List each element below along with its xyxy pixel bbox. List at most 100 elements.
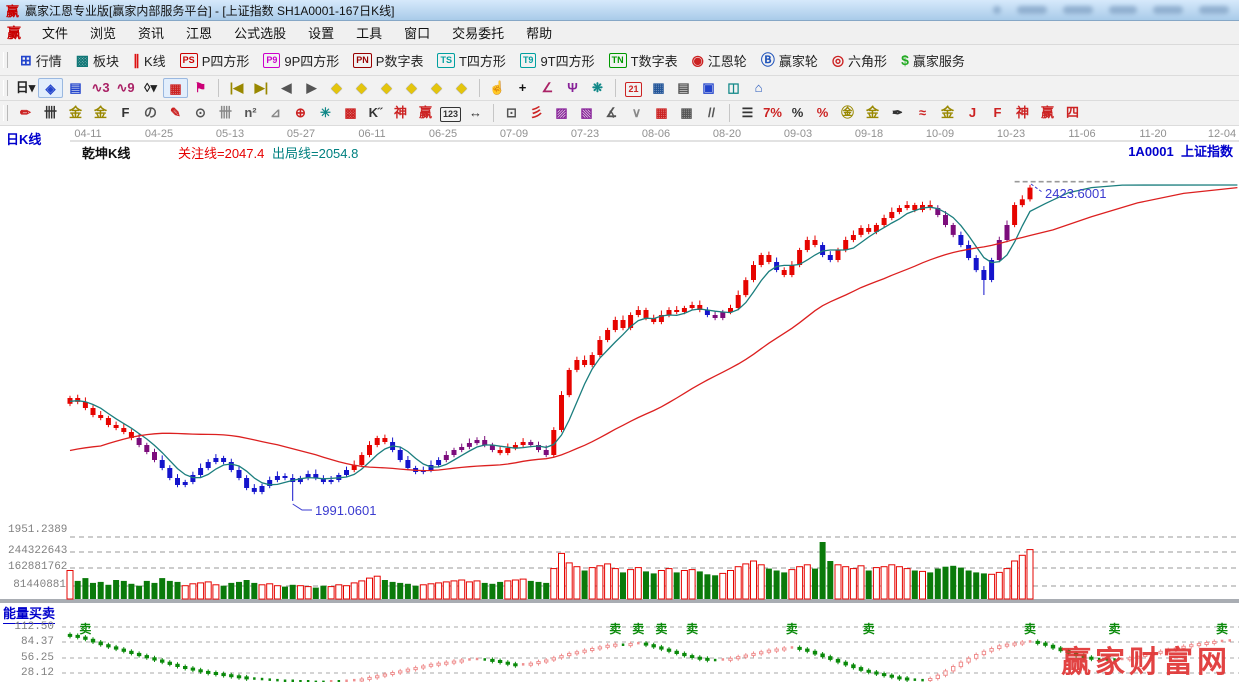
gann-box-tool[interactable]: ▦ bbox=[163, 78, 188, 98]
hand-drag-tool[interactable]: ☝ bbox=[485, 78, 510, 98]
ying-tool[interactable]: 赢 bbox=[413, 103, 438, 123]
measure-dropdown[interactable]: ◊▾ bbox=[138, 78, 163, 98]
winner-wheel-button[interactable]: Ⓑ赢家轮 bbox=[754, 49, 825, 72]
t-number-table-button[interactable]: TNT数字表 bbox=[602, 49, 685, 72]
menu-item-交易委托[interactable]: 交易委托 bbox=[441, 21, 515, 44]
fan-lines-tool[interactable]: 彡 bbox=[524, 103, 549, 123]
titlebar-blob-icon[interactable] bbox=[1063, 6, 1093, 14]
gold-ruler-tool[interactable]: 金 bbox=[63, 103, 88, 123]
toolbar-grip[interactable] bbox=[3, 80, 8, 96]
n-square-tool[interactable]: n² bbox=[238, 103, 263, 123]
cycle-clock-tool[interactable]: ⊙ bbox=[188, 103, 213, 123]
network-button[interactable]: ◫ bbox=[721, 78, 746, 98]
p-square-button[interactable]: PSP四方形 bbox=[173, 49, 257, 72]
slant-lines-tool[interactable]: // bbox=[699, 103, 724, 123]
menu-item-设置[interactable]: 设置 bbox=[297, 21, 345, 44]
gold-line-tool[interactable]: 金 bbox=[860, 103, 885, 123]
remote-computer-button[interactable]: ⌂ bbox=[746, 78, 771, 98]
wave-3-tool[interactable]: ∿3 bbox=[88, 78, 113, 98]
menu-item-文件[interactable]: 文件 bbox=[31, 21, 79, 44]
protractor-tool[interactable]: ∠ bbox=[535, 78, 560, 98]
zoom-in-full-button[interactable]: ◆ bbox=[449, 78, 474, 98]
grid-red-tool[interactable]: ▦ bbox=[649, 103, 674, 123]
wave-9-tool[interactable]: ∿9 bbox=[113, 78, 138, 98]
percent-seven-tool[interactable]: 7% bbox=[760, 103, 785, 123]
titlebar-blob-icon[interactable] bbox=[1017, 6, 1047, 14]
hexagon-button[interactable]: ◎六角形 bbox=[825, 49, 894, 72]
titlebar-blob-icon[interactable] bbox=[1153, 6, 1183, 14]
calculator-button[interactable]: ▦ bbox=[646, 78, 671, 98]
diag-box-tool[interactable]: ▨ bbox=[549, 103, 574, 123]
diag-box2-tool[interactable]: ▧ bbox=[574, 103, 599, 123]
prev-bar-button[interactable]: ◀ bbox=[274, 78, 299, 98]
percent-line-tool[interactable]: % bbox=[810, 103, 835, 123]
menu-item-窗口[interactable]: 窗口 bbox=[393, 21, 441, 44]
toolbar-grip[interactable] bbox=[3, 105, 8, 121]
menu-item-帮助[interactable]: 帮助 bbox=[515, 21, 563, 44]
f-angle-tool[interactable]: F bbox=[985, 103, 1010, 123]
brush-tool[interactable]: ✏ bbox=[13, 103, 38, 123]
9p-square-button[interactable]: P99P四方形 bbox=[256, 49, 346, 72]
gann-grid-tool[interactable]: ◈ bbox=[38, 78, 63, 98]
color-flag-tool[interactable]: ⚑ bbox=[188, 78, 213, 98]
next-bar-button[interactable]: ▶ bbox=[299, 78, 324, 98]
titlebar-blob-icon[interactable] bbox=[1109, 6, 1137, 14]
notes-button[interactable]: ▤ bbox=[671, 78, 696, 98]
ying-angle-tool[interactable]: 赢 bbox=[1035, 103, 1060, 123]
menu-item-江恩[interactable]: 江恩 bbox=[175, 21, 223, 44]
menu-item-资讯[interactable]: 资讯 bbox=[127, 21, 175, 44]
save-button[interactable]: ▣ bbox=[696, 78, 721, 98]
calendar-button[interactable]: 21 bbox=[621, 78, 646, 98]
star-grid-tool[interactable]: ✳ bbox=[313, 103, 338, 123]
crosshair-tool[interactable]: + bbox=[510, 78, 535, 98]
menu-item-工具[interactable]: 工具 bbox=[345, 21, 393, 44]
target-cross-tool[interactable]: ⊕ bbox=[288, 103, 313, 123]
titlebar-blurred-controls[interactable] bbox=[993, 6, 1229, 14]
mind-tool[interactable]: ❋ bbox=[585, 78, 610, 98]
grid-dark-tool[interactable]: ▦ bbox=[674, 103, 699, 123]
rect-select-tool[interactable]: ⊡ bbox=[499, 103, 524, 123]
titlebar-blob-icon[interactable] bbox=[1199, 6, 1229, 14]
t-square-button[interactable]: TST四方形 bbox=[430, 49, 512, 72]
9t-square-button[interactable]: T99T四方形 bbox=[513, 49, 602, 72]
net-box-tool[interactable]: ▩ bbox=[338, 103, 363, 123]
quote-mark-tool[interactable]: K˝ bbox=[363, 103, 388, 123]
scroll-left-button[interactable]: ◆ bbox=[324, 78, 349, 98]
kline-button[interactable]: ∥K线 bbox=[126, 49, 173, 72]
titlebar-blob-icon[interactable] bbox=[993, 6, 1001, 14]
last-bar-button[interactable]: ▶| bbox=[249, 78, 274, 98]
gann-wheel-button[interactable]: ◉江恩轮 bbox=[685, 49, 754, 72]
f-ruler-tool[interactable]: F bbox=[113, 103, 138, 123]
grid-ticks-tool[interactable]: 卌 bbox=[213, 103, 238, 123]
spiral-tool[interactable]: の bbox=[138, 103, 163, 123]
four-angle-tool[interactable]: 四 bbox=[1060, 103, 1085, 123]
wave-channel-tool[interactable]: ≈ bbox=[910, 103, 935, 123]
toolbar-grip[interactable] bbox=[3, 52, 8, 68]
percent-tool[interactable]: % bbox=[785, 103, 810, 123]
winner-service-button[interactable]: $赢家服务 bbox=[894, 49, 972, 72]
menu-item-浏览[interactable]: 浏览 bbox=[79, 21, 127, 44]
quotes-button[interactable]: ⊞行情 bbox=[13, 49, 69, 72]
period-label[interactable]: 日K线 bbox=[6, 129, 41, 148]
zoom-in-horizontal-button[interactable]: ◆ bbox=[399, 78, 424, 98]
gold-circle-tool[interactable]: ㊎ bbox=[835, 103, 860, 123]
first-bar-button[interactable]: |◀ bbox=[224, 78, 249, 98]
scroll-right-button[interactable]: ◆ bbox=[349, 78, 374, 98]
ink-brush-tool[interactable]: ✎ bbox=[163, 103, 188, 123]
shen-angle-tool[interactable]: 神 bbox=[1010, 103, 1035, 123]
info-panel-tool[interactable]: ▤ bbox=[63, 78, 88, 98]
shen-tool[interactable]: 神 bbox=[388, 103, 413, 123]
ray-angle-tool[interactable]: ∡ bbox=[599, 103, 624, 123]
p-number-table-button[interactable]: PNP数字表 bbox=[346, 49, 430, 72]
magic-wand-tool[interactable]: Ψ bbox=[560, 78, 585, 98]
ink-pen-tool[interactable]: ✒ bbox=[885, 103, 910, 123]
v-line-tool[interactable]: ∨ bbox=[624, 103, 649, 123]
sectors-button[interactable]: ▩板块 bbox=[69, 49, 126, 72]
kline-chart[interactable]: 04-1104-2505-1305-2706-1106-2507-0907-23… bbox=[0, 126, 1239, 682]
scale-list-tool[interactable]: ☰ bbox=[735, 103, 760, 123]
zoom-out-horizontal-button[interactable]: ◆ bbox=[374, 78, 399, 98]
width-arrows-tool[interactable]: ↔ bbox=[463, 103, 488, 123]
period-dropdown[interactable]: 日▾ bbox=[13, 78, 38, 98]
j-angle-tool[interactable]: J bbox=[960, 103, 985, 123]
ruler-123-tool[interactable]: 123 bbox=[438, 103, 463, 123]
